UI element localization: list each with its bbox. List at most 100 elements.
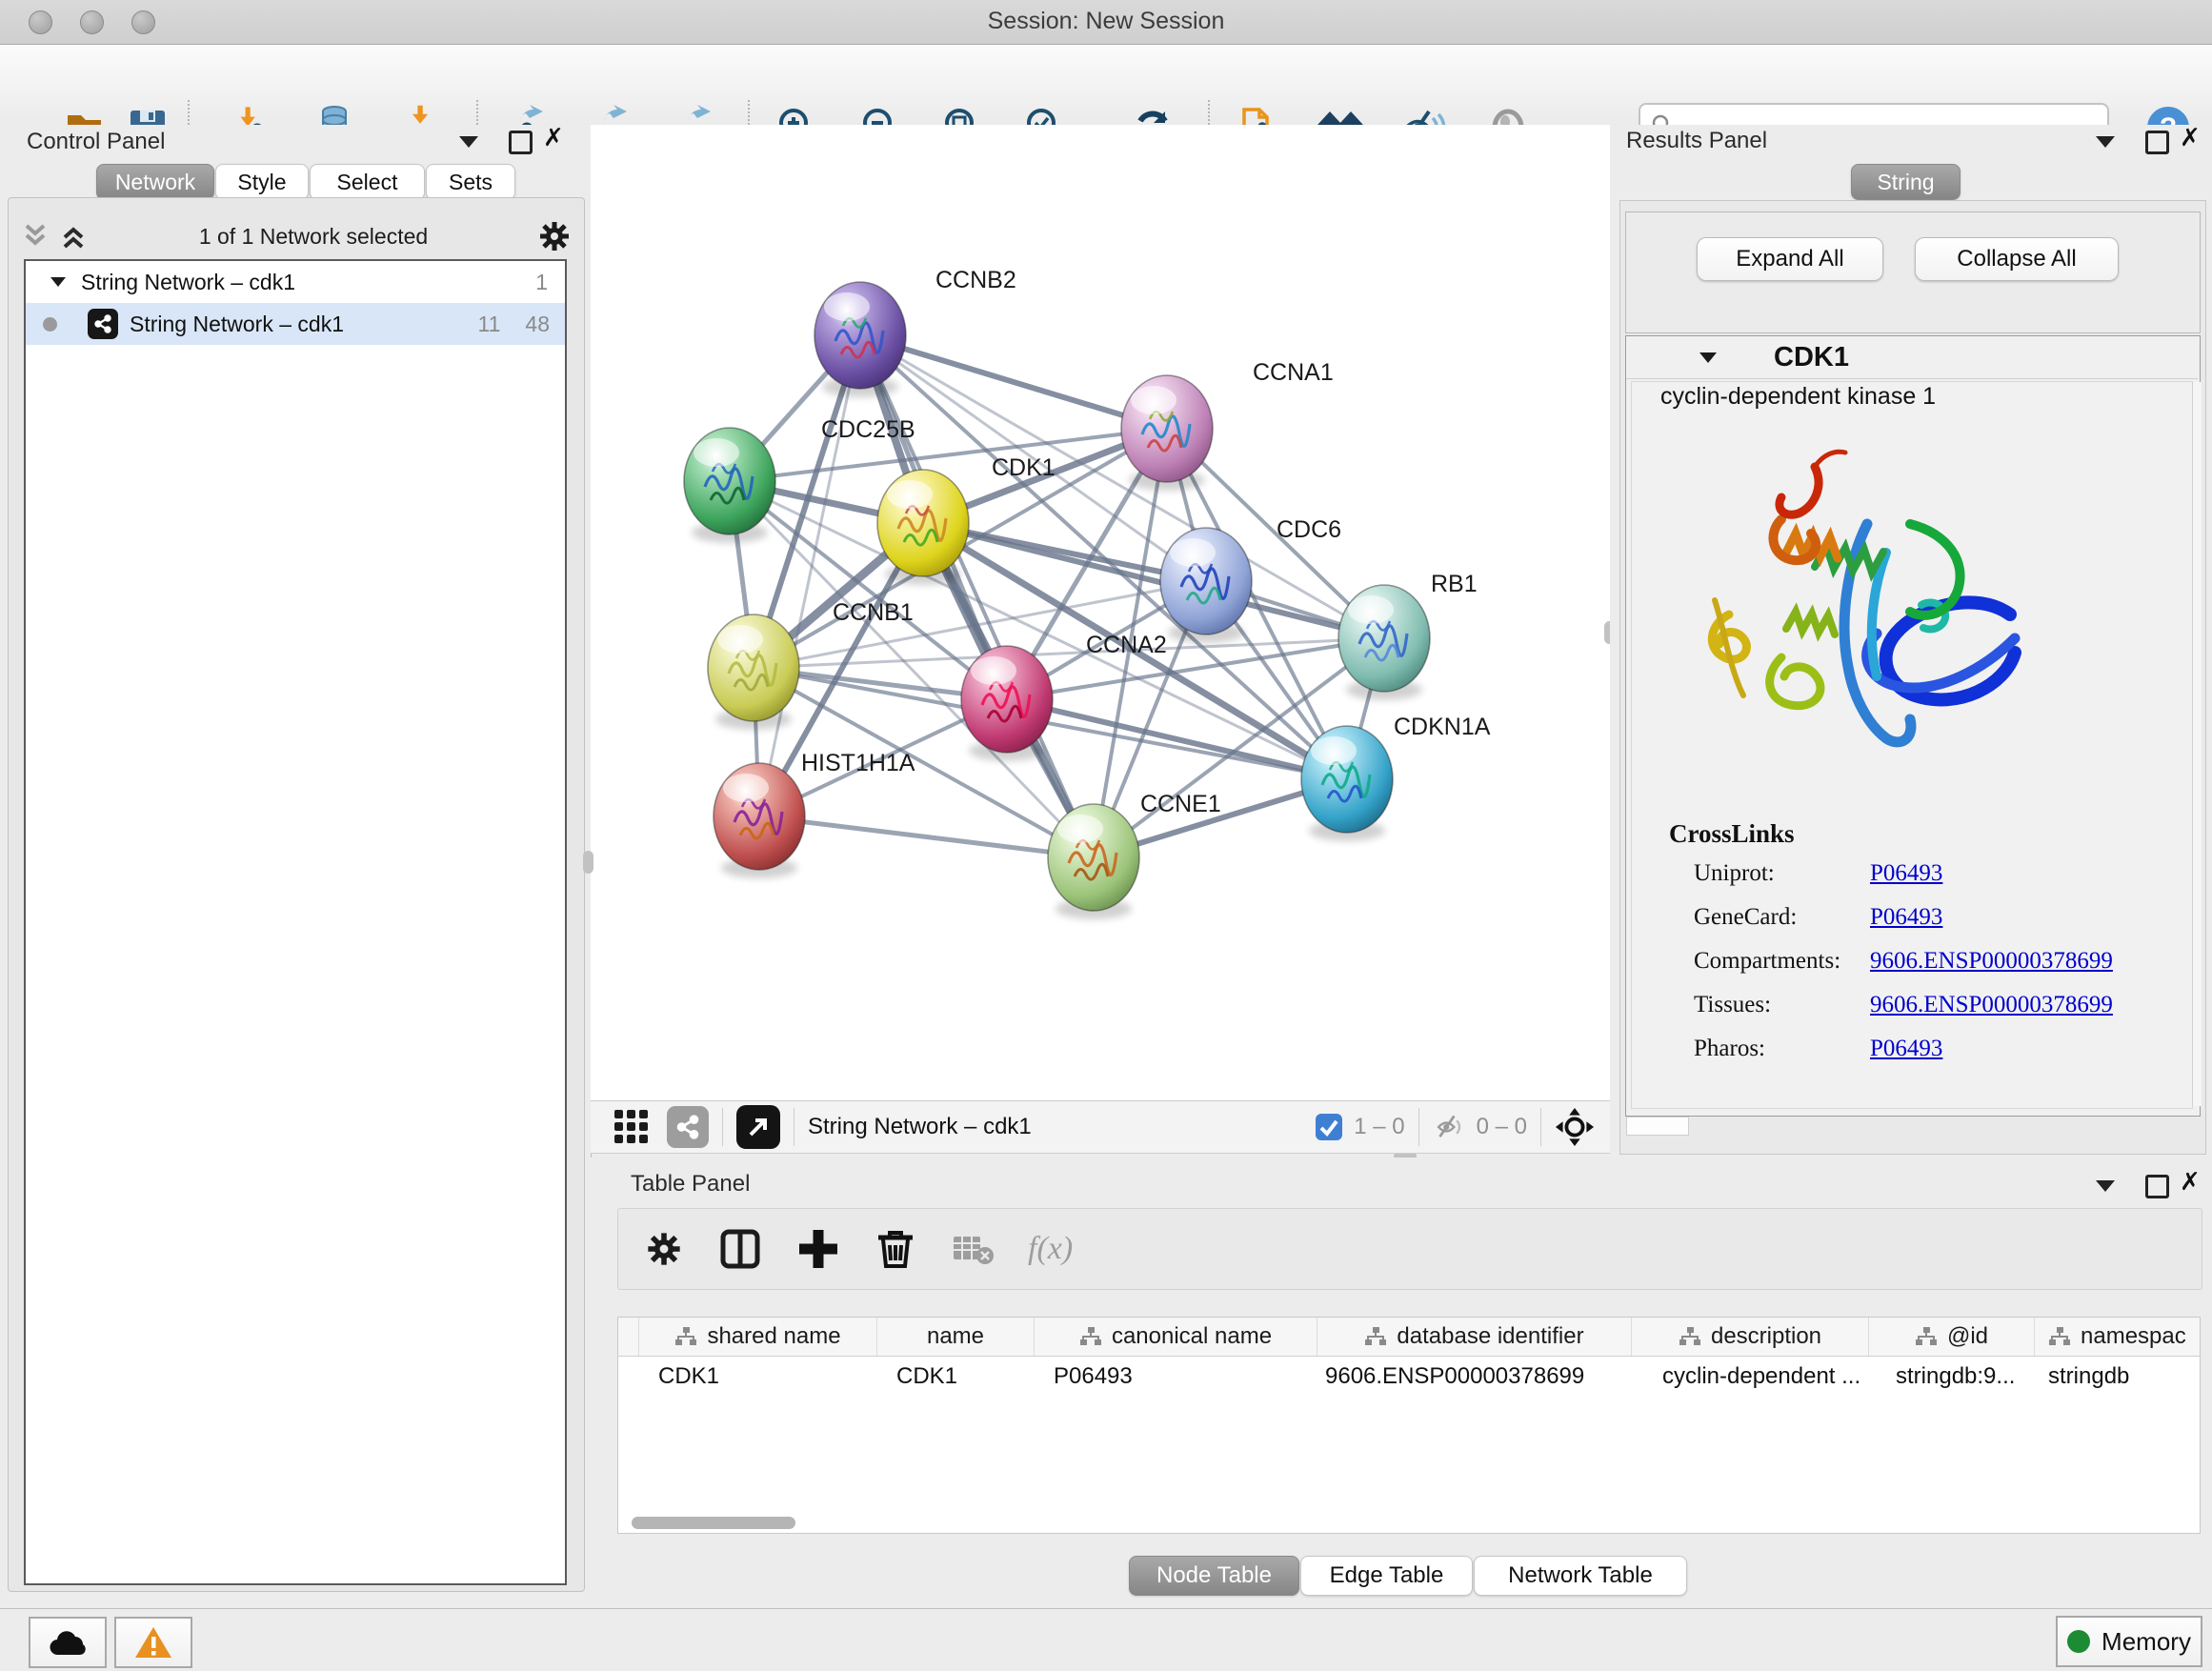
crosslink-label: Tissues:: [1694, 992, 1771, 1018]
network-view-title: String Network – cdk1: [808, 1114, 1032, 1140]
node-count: 11: [478, 312, 501, 337]
cell-description[interactable]: cyclin-dependent ...: [1632, 1363, 1869, 1390]
delete-table-icon[interactable]: [952, 1231, 995, 1267]
close-panel-icon[interactable]: ✗: [543, 128, 564, 147]
crosslink-link[interactable]: P06493: [1870, 860, 1942, 887]
column-header[interactable]: name: [877, 1318, 1035, 1356]
add-column-icon[interactable]: [797, 1228, 839, 1270]
node-result-header[interactable]: CDK1: [1626, 336, 2198, 379]
hidden-eye-icon[interactable]: [1433, 1111, 1469, 1143]
network-node-CCNE1[interactable]: CCNE1: [1048, 791, 1221, 919]
tab-style[interactable]: Style: [215, 164, 309, 200]
network-edge[interactable]: [759, 816, 1094, 857]
node-label: CDKN1A: [1394, 714, 1491, 740]
network-edge[interactable]: [860, 335, 1167, 429]
tree-expand-icon[interactable]: [49, 274, 68, 290]
tab-sets[interactable]: Sets: [426, 164, 515, 200]
network-edge[interactable]: [759, 335, 860, 816]
column-header[interactable]: shared name: [639, 1318, 877, 1356]
detach-view-icon[interactable]: [736, 1105, 780, 1149]
column-header[interactable]: namespac: [2035, 1318, 2200, 1356]
network-node-CCNA1[interactable]: CCNA1: [1121, 359, 1334, 491]
maximize-panel-icon[interactable]: [509, 131, 533, 154]
cell-namespace[interactable]: stringdb: [2035, 1363, 2200, 1390]
function-builder-icon[interactable]: f(x): [1028, 1231, 1073, 1267]
table-horizontal-scrollbar[interactable]: [632, 1517, 795, 1529]
selected-checkbox-icon[interactable]: [1314, 1112, 1344, 1142]
expand-all-button[interactable]: Expand All: [1697, 237, 1883, 281]
node-label: CDC6: [1277, 516, 1341, 543]
column-header[interactable]: @id: [1869, 1318, 2035, 1356]
tab-network-table[interactable]: Network Table: [1474, 1556, 1687, 1596]
cell-name[interactable]: CDK1: [877, 1363, 1035, 1390]
float-panel-icon[interactable]: [459, 136, 478, 148]
close-panel-icon[interactable]: ✗: [2180, 1172, 2201, 1191]
network-node-CDKN1A[interactable]: CDKN1A: [1301, 714, 1491, 841]
network-selection-status: 1 of 1 Network selected: [90, 224, 537, 250]
gear-icon[interactable]: [645, 1230, 683, 1268]
crosslink-link[interactable]: P06493: [1870, 904, 1942, 931]
collection-label: String Network – cdk1: [81, 270, 295, 295]
birds-eye-icon[interactable]: [1555, 1107, 1595, 1147]
gear-icon[interactable]: [537, 219, 572, 253]
network-node-CDC6[interactable]: CDC6: [1160, 516, 1341, 643]
toolbar-separator: [722, 1108, 723, 1146]
protein-structure-image: [1672, 410, 2053, 791]
table-row[interactable]: CDK1 CDK1 P06493 9606.ENSP00000378699 cy…: [618, 1357, 2200, 1397]
title-bar: Session: New Session: [0, 0, 2212, 45]
maximize-panel-icon[interactable]: [2145, 1175, 2169, 1198]
network-canvas[interactable]: CCNB2 CCNA1 CDC25B CDK1: [591, 125, 1610, 1100]
cell-shared-name[interactable]: CDK1: [639, 1363, 877, 1390]
network-node-RB1[interactable]: RB1: [1338, 571, 1478, 700]
grid-view-icon[interactable]: [612, 1107, 652, 1147]
cell-canonical-name[interactable]: P06493: [1035, 1363, 1317, 1390]
network-collection-row[interactable]: String Network – cdk1 1: [26, 261, 565, 303]
tab-network[interactable]: Network: [96, 164, 214, 200]
tab-node-table[interactable]: Node Table: [1129, 1556, 1299, 1596]
section-collapse-icon[interactable]: [1698, 350, 1719, 366]
collapse-all-icon[interactable]: [19, 222, 51, 251]
network-graph[interactable]: CCNB2 CCNA1 CDC25B CDK1: [591, 125, 1610, 1100]
crosslink-label: Pharos:: [1694, 1036, 1765, 1062]
network-node-HIST1H1A[interactable]: HIST1H1A: [714, 750, 915, 878]
close-panel-icon[interactable]: ✗: [2180, 128, 2201, 147]
cloud-button[interactable]: [29, 1617, 107, 1668]
warning-button[interactable]: [114, 1617, 192, 1668]
column-header[interactable]: description: [1632, 1318, 1869, 1356]
main-toolbar: ?: [0, 45, 2212, 127]
show-columns-icon[interactable]: [719, 1228, 761, 1270]
expand-all-icon[interactable]: [57, 222, 90, 251]
network-node-CCNB2[interactable]: CCNB2: [814, 267, 1016, 397]
results-scrollbar[interactable]: [2192, 382, 2202, 1106]
crosslinks-title: CrossLinks: [1669, 819, 1795, 849]
memory-button[interactable]: Memory: [2056, 1616, 2202, 1667]
tab-edge-table[interactable]: Edge Table: [1300, 1556, 1473, 1596]
edge-count: 48: [525, 312, 550, 337]
network-list-header: 1 of 1 Network selected: [19, 217, 572, 255]
network-edge[interactable]: [860, 335, 1094, 857]
maximize-panel-icon[interactable]: [2145, 131, 2169, 154]
network-node-CDK1[interactable]: CDK1: [877, 454, 1056, 585]
left-splitter-handle[interactable]: [583, 851, 593, 874]
column-header[interactable]: database identifier: [1317, 1318, 1632, 1356]
crosslink-link[interactable]: 9606.ENSP00000378699: [1870, 992, 2113, 1018]
network-status-dot: [43, 317, 57, 332]
network-edge[interactable]: [1007, 699, 1347, 779]
cell-database-identifier[interactable]: 9606.ENSP00000378699: [1317, 1363, 1632, 1390]
column-header[interactable]: canonical name: [1035, 1318, 1317, 1356]
cell-id[interactable]: stringdb:9...: [1869, 1363, 2035, 1390]
network-row-selected[interactable]: String Network – cdk1 11 48: [26, 303, 565, 345]
float-panel-icon[interactable]: [2096, 1180, 2115, 1192]
collapse-all-button[interactable]: Collapse All: [1915, 237, 2119, 281]
network-node-CCNA2[interactable]: CCNA2: [961, 632, 1167, 761]
node-label: RB1: [1431, 571, 1478, 597]
tab-select[interactable]: Select: [310, 164, 425, 200]
status-bar: [0, 1608, 2212, 1671]
crosslink-link[interactable]: 9606.ENSP00000378699: [1870, 948, 2113, 975]
node-table[interactable]: shared name name canonical name database…: [617, 1317, 2201, 1534]
crosslink-link[interactable]: P06493: [1870, 1036, 1942, 1062]
float-panel-icon[interactable]: [2096, 136, 2115, 148]
tab-string[interactable]: String: [1851, 164, 1961, 200]
delete-column-icon[interactable]: [875, 1228, 915, 1270]
string-view-icon[interactable]: [667, 1106, 709, 1148]
